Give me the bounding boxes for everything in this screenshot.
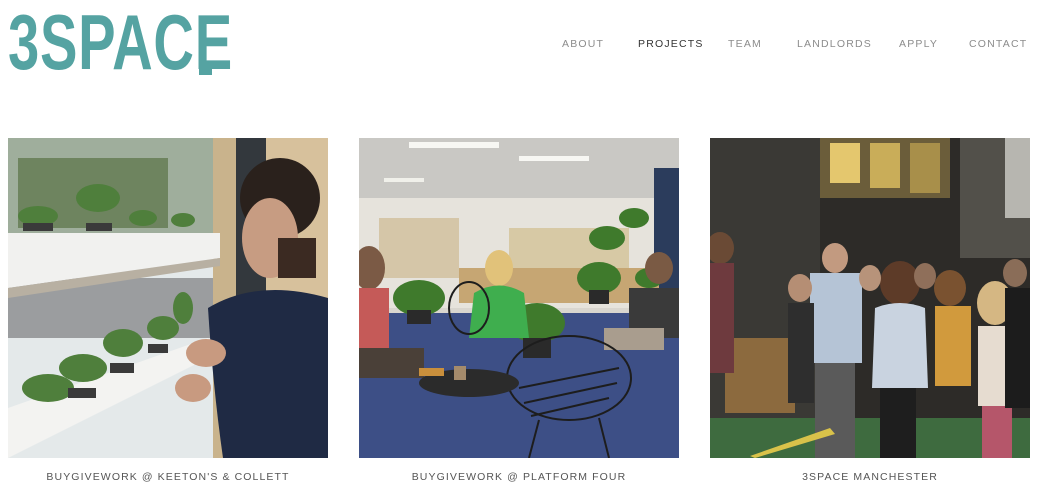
project-caption-manchester[interactable]: 3SPACE MANCHESTER: [710, 471, 1030, 483]
logo-dot: [199, 61, 212, 75]
project-card-keetons[interactable]: BUYGIVEWORK @ KEETON'S & COLLETT: [8, 138, 328, 483]
nav-projects[interactable]: PROJECTS: [638, 36, 704, 52]
project-image-manchester[interactable]: [710, 138, 1030, 458]
logo-link[interactable]: 3SPACE: [8, 3, 232, 81]
nav-apply[interactable]: APPLY: [899, 36, 938, 52]
nav-landlords[interactable]: LANDLORDS: [797, 36, 872, 52]
nav-contact[interactable]: CONTACT: [969, 36, 1027, 52]
project-caption-keetons[interactable]: BUYGIVEWORK @ KEETON'S & COLLETT: [8, 471, 328, 483]
page: 3SPACE ABOUT PROJECTS TEAM LANDLORDS APP…: [0, 0, 1038, 496]
nav-about[interactable]: ABOUT: [562, 36, 604, 52]
project-caption-platform-four[interactable]: BUYGIVEWORK @ PLATFORM FOUR: [359, 471, 679, 483]
project-image-platform-four[interactable]: [359, 138, 679, 458]
project-image-keetons[interactable]: [8, 138, 328, 458]
project-card-manchester[interactable]: 3SPACE MANCHESTER: [710, 138, 1030, 483]
nav-team[interactable]: TEAM: [728, 36, 762, 52]
project-card-platform-four[interactable]: BUYGIVEWORK @ PLATFORM FOUR: [359, 138, 679, 483]
